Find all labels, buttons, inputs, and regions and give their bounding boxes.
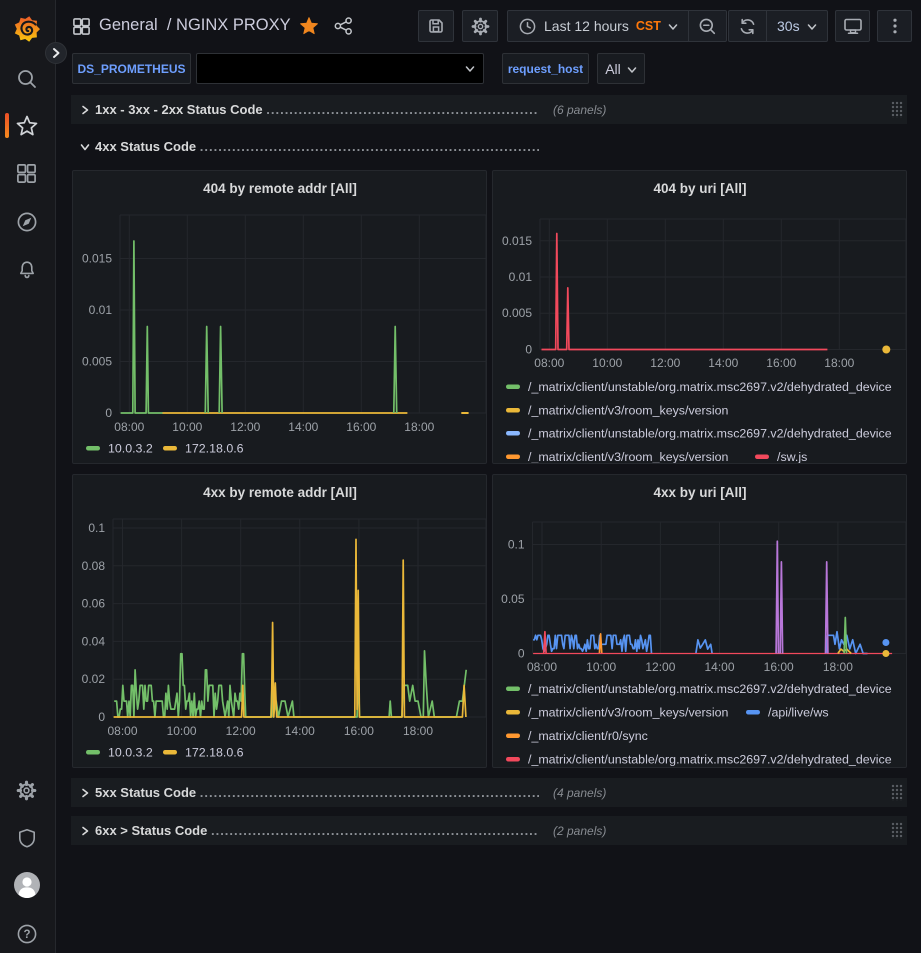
svg-text:/sw.js: /sw.js [777,450,807,463]
svg-text:/_matrix/client/v3/room_keys/v: /_matrix/client/v3/room_keys/version [528,450,728,463]
svg-text:0: 0 [98,710,105,724]
svg-text:0.005: 0.005 [502,306,532,320]
svg-text:10.0.3.2: 10.0.3.2 [108,746,153,760]
svg-text:14:00: 14:00 [708,356,738,370]
svg-text:18:00: 18:00 [403,724,433,738]
svg-text:/_matrix/client/unstable/org.m: /_matrix/client/unstable/org.matrix.msc2… [528,380,892,394]
svg-text:0.05: 0.05 [501,592,525,606]
svg-text:10.0.3.2: 10.0.3.2 [108,442,153,456]
svg-text:4xx by uri [All]: 4xx by uri [All] [653,485,746,500]
svg-text:0.08: 0.08 [82,559,106,573]
svg-text:08:00: 08:00 [114,420,144,434]
svg-text:0.015: 0.015 [82,252,112,266]
svg-text:16:00: 16:00 [344,724,374,738]
svg-text:08:00: 08:00 [527,660,557,674]
svg-text:/api/live/ws: /api/live/ws [768,706,829,720]
svg-text:14:00: 14:00 [288,420,318,434]
svg-text:/_matrix/client/unstable/org.m: /_matrix/client/unstable/org.matrix.msc2… [528,753,892,767]
svg-text:18:00: 18:00 [404,420,434,434]
svg-text:18:00: 18:00 [824,356,854,370]
svg-text:/_matrix/client/v3/room_keys/v: /_matrix/client/v3/room_keys/version [528,404,728,418]
svg-text:12:00: 12:00 [230,420,260,434]
svg-text:0.06: 0.06 [82,597,106,611]
svg-text:0.1: 0.1 [508,538,525,552]
svg-text:08:00: 08:00 [534,356,564,370]
svg-text:08:00: 08:00 [107,724,137,738]
svg-text:404 by remote addr [All]: 404 by remote addr [All] [203,181,357,196]
svg-text:10:00: 10:00 [167,724,197,738]
svg-text:172.18.0.6: 172.18.0.6 [185,442,244,456]
svg-text:10:00: 10:00 [172,420,202,434]
svg-text:18:00: 18:00 [823,660,853,674]
svg-text:/_matrix/client/r0/sync: /_matrix/client/r0/sync [528,729,648,743]
svg-text:/_matrix/client/unstable/org.m: /_matrix/client/unstable/org.matrix.msc2… [528,427,892,441]
svg-text:0.005: 0.005 [82,355,112,369]
svg-text:10:00: 10:00 [592,356,622,370]
svg-text:172.18.0.6: 172.18.0.6 [185,746,244,760]
svg-text:14:00: 14:00 [285,724,315,738]
svg-text:0.01: 0.01 [509,270,533,284]
svg-text:12:00: 12:00 [226,724,256,738]
svg-text:0.01: 0.01 [89,303,113,317]
svg-text:?: ? [23,929,30,941]
svg-text:0.1: 0.1 [88,521,105,535]
svg-text:0.04: 0.04 [82,634,106,648]
svg-text:0.015: 0.015 [502,234,532,248]
svg-text:12:00: 12:00 [650,356,680,370]
svg-text:10:00: 10:00 [586,660,616,674]
svg-text:404 by uri [All]: 404 by uri [All] [653,181,746,196]
svg-text:0: 0 [518,647,525,661]
svg-text:4xx by remote addr [All]: 4xx by remote addr [All] [203,485,357,500]
svg-text:0: 0 [525,343,532,357]
svg-text:0: 0 [105,406,112,420]
svg-text:14:00: 14:00 [704,660,734,674]
svg-text:16:00: 16:00 [766,356,796,370]
svg-text:/_matrix/client/unstable/org.m: /_matrix/client/unstable/org.matrix.msc2… [528,682,892,696]
svg-text:/_matrix/client/v3/room_keys/v: /_matrix/client/v3/room_keys/version [528,706,728,720]
svg-text:12:00: 12:00 [645,660,675,674]
svg-text:0.02: 0.02 [82,672,106,686]
svg-text:16:00: 16:00 [764,660,794,674]
svg-text:16:00: 16:00 [346,420,376,434]
